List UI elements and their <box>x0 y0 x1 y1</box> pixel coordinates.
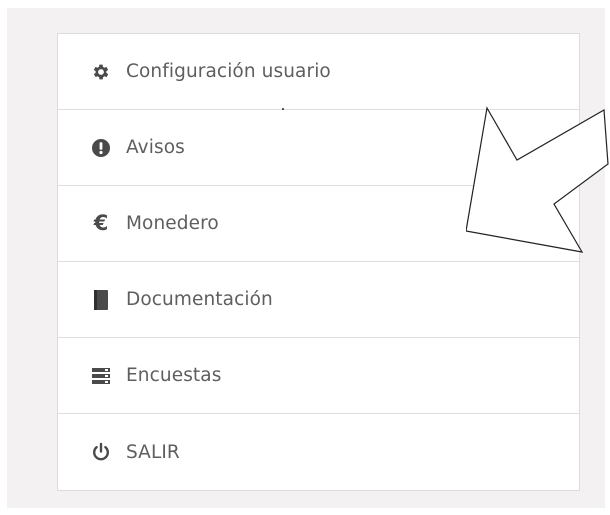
menu-item-label: Configuración usuario <box>126 61 331 82</box>
menu-item-salir[interactable]: SALIR <box>58 414 579 490</box>
euro-icon: € <box>93 211 109 235</box>
gear-icon <box>90 61 112 83</box>
menu-item-label: Encuestas <box>126 365 222 386</box>
list-icon <box>90 365 112 387</box>
menu-item-label: Avisos <box>126 137 185 158</box>
stray-dot <box>282 108 284 110</box>
menu-item-label: Documentación <box>126 289 273 310</box>
book-icon <box>90 289 112 311</box>
arrow-annotation <box>466 106 609 253</box>
alert-icon <box>90 137 112 159</box>
background-panel: Configuración usuario Avisos € Monedero <box>7 8 605 508</box>
menu-item-label: Monedero <box>126 213 219 234</box>
menu-item-label: SALIR <box>126 441 180 463</box>
menu-item-encuestas[interactable]: Encuestas <box>58 338 579 414</box>
menu-item-documentacion[interactable]: Documentación <box>58 262 579 338</box>
power-icon <box>90 441 112 463</box>
page: Configuración usuario Avisos € Monedero <box>0 0 610 515</box>
